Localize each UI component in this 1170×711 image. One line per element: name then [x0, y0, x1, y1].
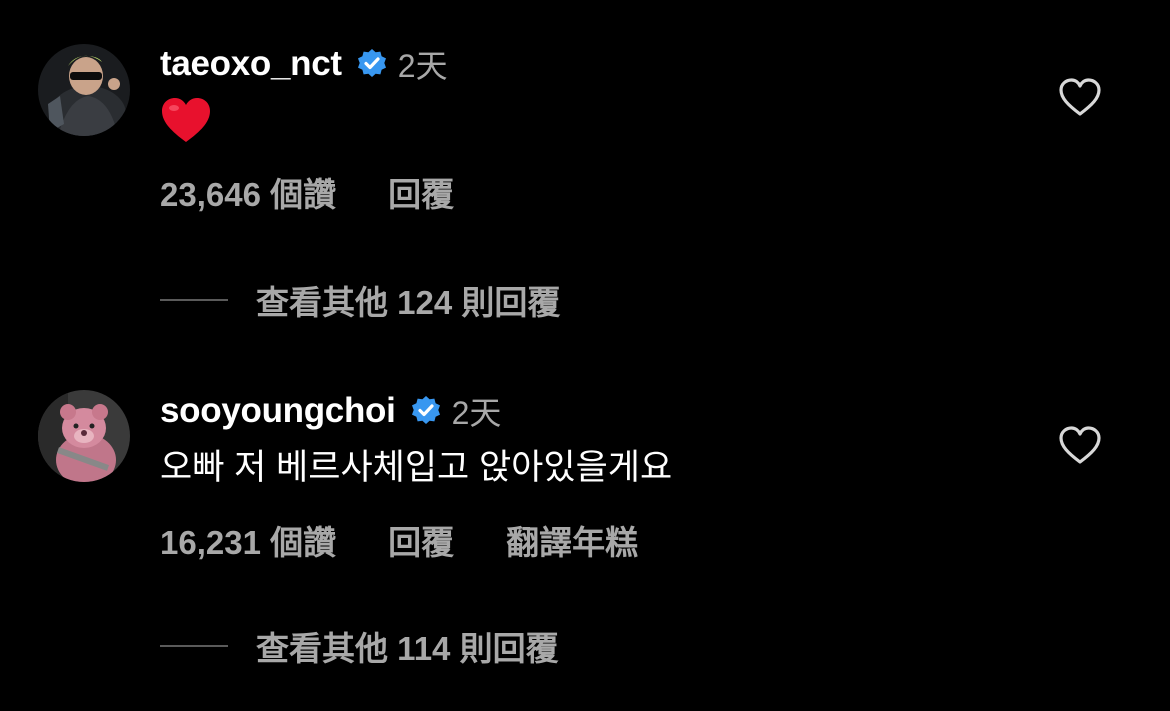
- comment-actions: 16,231 個讚 回覆 翻譯年糕: [160, 518, 638, 562]
- verified-badge-icon: [410, 395, 442, 427]
- view-replies-button[interactable]: 查看其他 124 則回覆: [160, 278, 560, 322]
- username[interactable]: sooyoungchoi: [160, 391, 396, 431]
- comment-body: [160, 96, 212, 146]
- username[interactable]: taeoxo_nct: [160, 44, 342, 84]
- comment-header: taeoxo_nct 2天: [160, 42, 448, 86]
- avatar[interactable]: [38, 390, 130, 482]
- likes-count[interactable]: 16,231 個讚: [160, 516, 336, 564]
- timestamp: 2天: [451, 395, 502, 431]
- reply-button[interactable]: 回覆: [388, 516, 454, 564]
- translate-button[interactable]: 翻譯年糕: [506, 516, 638, 564]
- heart-outline-icon[interactable]: [1058, 425, 1102, 465]
- view-replies-label: 查看其他 124 則回覆: [256, 284, 561, 321]
- comment-item: taeoxo_nct 2天 23,646 個讚 回覆 查看其他 124 則回覆: [0, 0, 1170, 350]
- view-replies-label: 查看其他 114 則回覆: [256, 630, 559, 667]
- likes-count[interactable]: 23,646 個讚: [160, 168, 336, 216]
- avatar-image: [38, 44, 130, 136]
- timestamp: 2天: [397, 48, 448, 84]
- view-replies-button[interactable]: 查看其他 114 則回覆: [160, 624, 559, 668]
- avatar[interactable]: [38, 44, 130, 136]
- comment-actions: 23,646 個讚 回覆: [160, 170, 454, 214]
- comment-item: sooyoungchoi 2天 오빠 저 베르사체입고 앉아있을게요 16,23…: [0, 350, 1170, 711]
- divider-line: [160, 299, 228, 301]
- divider-line: [160, 645, 228, 647]
- heart-outline-icon[interactable]: [1058, 77, 1102, 117]
- verified-badge-icon: [356, 48, 388, 80]
- red-heart-emoji-icon: [160, 96, 212, 146]
- avatar-image: [38, 390, 130, 482]
- comment-header: sooyoungchoi 2天: [160, 389, 501, 433]
- reply-button[interactable]: 回覆: [388, 168, 454, 216]
- comment-body: 오빠 저 베르사체입고 앉아있을게요: [160, 448, 673, 487]
